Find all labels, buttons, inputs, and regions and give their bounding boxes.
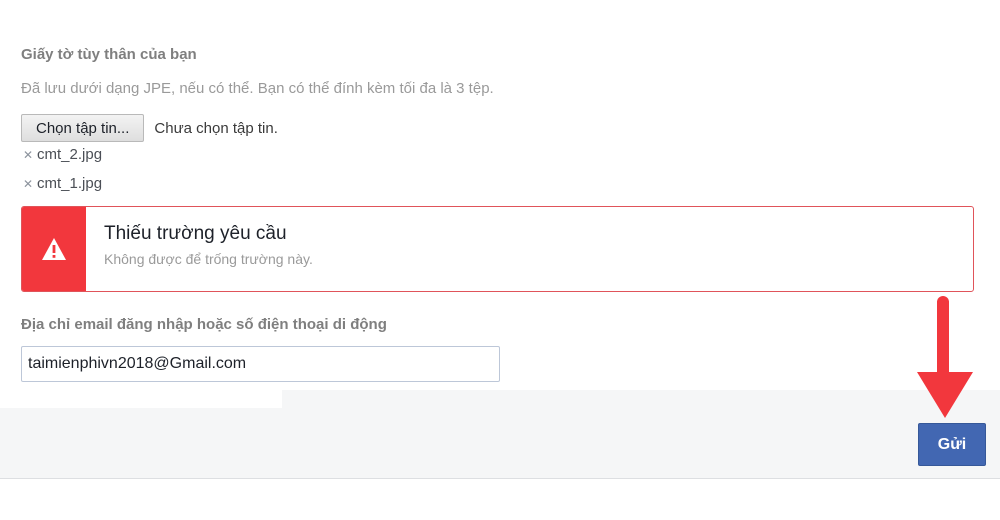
close-icon[interactable]: ✕ xyxy=(21,148,35,162)
footer-notch xyxy=(0,390,282,408)
file-status-text: Chưa chọn tập tin. xyxy=(154,119,278,137)
email-or-phone-label: Địa chỉ email đăng nhập hoặc số điện tho… xyxy=(21,316,387,333)
attached-file-item: ✕ cmt_1.jpg xyxy=(21,175,102,192)
error-message-box: Thiếu trường yêu cầu Không được để trống… xyxy=(21,206,974,292)
close-icon[interactable]: ✕ xyxy=(21,177,35,191)
file-chooser-row: Chọn tập tin... Chưa chọn tập tin. xyxy=(21,114,278,142)
report-form: Giấy tờ tùy thân của bạn Đã lưu dưới dạn… xyxy=(0,0,1000,410)
warning-icon xyxy=(42,238,66,260)
error-icon-cell xyxy=(22,207,86,291)
attached-file-name: cmt_2.jpg xyxy=(37,146,103,163)
arrow-down-icon xyxy=(917,296,973,418)
choose-file-button[interactable]: Chọn tập tin... xyxy=(21,114,145,142)
identity-documents-label: Giấy tờ tùy thân của bạn xyxy=(21,46,197,63)
identity-documents-hint: Đã lưu dưới dạng JPE, nếu có thể. Bạn có… xyxy=(21,80,494,97)
send-button[interactable]: Gửi xyxy=(918,423,986,466)
error-title: Thiếu trường yêu cầu xyxy=(104,223,287,244)
attached-file-name: cmt_1.jpg xyxy=(37,175,103,192)
attached-file-item: ✕ cmt_2.jpg xyxy=(21,146,102,163)
email-or-phone-input[interactable] xyxy=(21,346,500,382)
error-description: Không được để trống trường này. xyxy=(104,251,313,267)
